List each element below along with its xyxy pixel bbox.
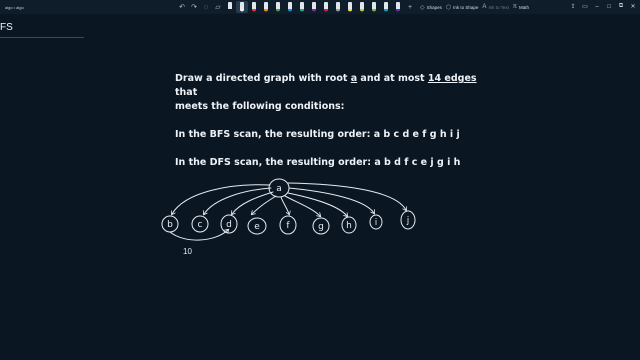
node-c-label: c: [198, 220, 203, 230]
edge-weight-label: 10: [183, 247, 192, 256]
node-d-label: d: [226, 220, 232, 230]
edge-a-b: [172, 184, 271, 214]
node-e-label: e: [254, 222, 260, 232]
edge-a-g: [284, 195, 320, 216]
node-i-label: i: [375, 218, 378, 228]
edge-a-h: [287, 192, 347, 216]
node-g-label: g: [318, 222, 324, 232]
edge-a-d: [232, 191, 274, 214]
node-b-label: b: [167, 220, 173, 230]
node-j-label: j: [406, 216, 410, 226]
ink-graph-drawing: a b c d e f g h i j 10: [161, 178, 416, 256]
edge-a-e: [252, 195, 277, 214]
node-a-label: a: [276, 184, 282, 194]
edge-a-f: [280, 196, 289, 214]
node-f-label: f: [286, 221, 290, 231]
ink-nodes: a b c d e f g h i j: [161, 178, 416, 235]
node-h-label: h: [346, 221, 352, 231]
edge-a-c: [204, 187, 272, 214]
edge-a-i: [288, 187, 374, 213]
